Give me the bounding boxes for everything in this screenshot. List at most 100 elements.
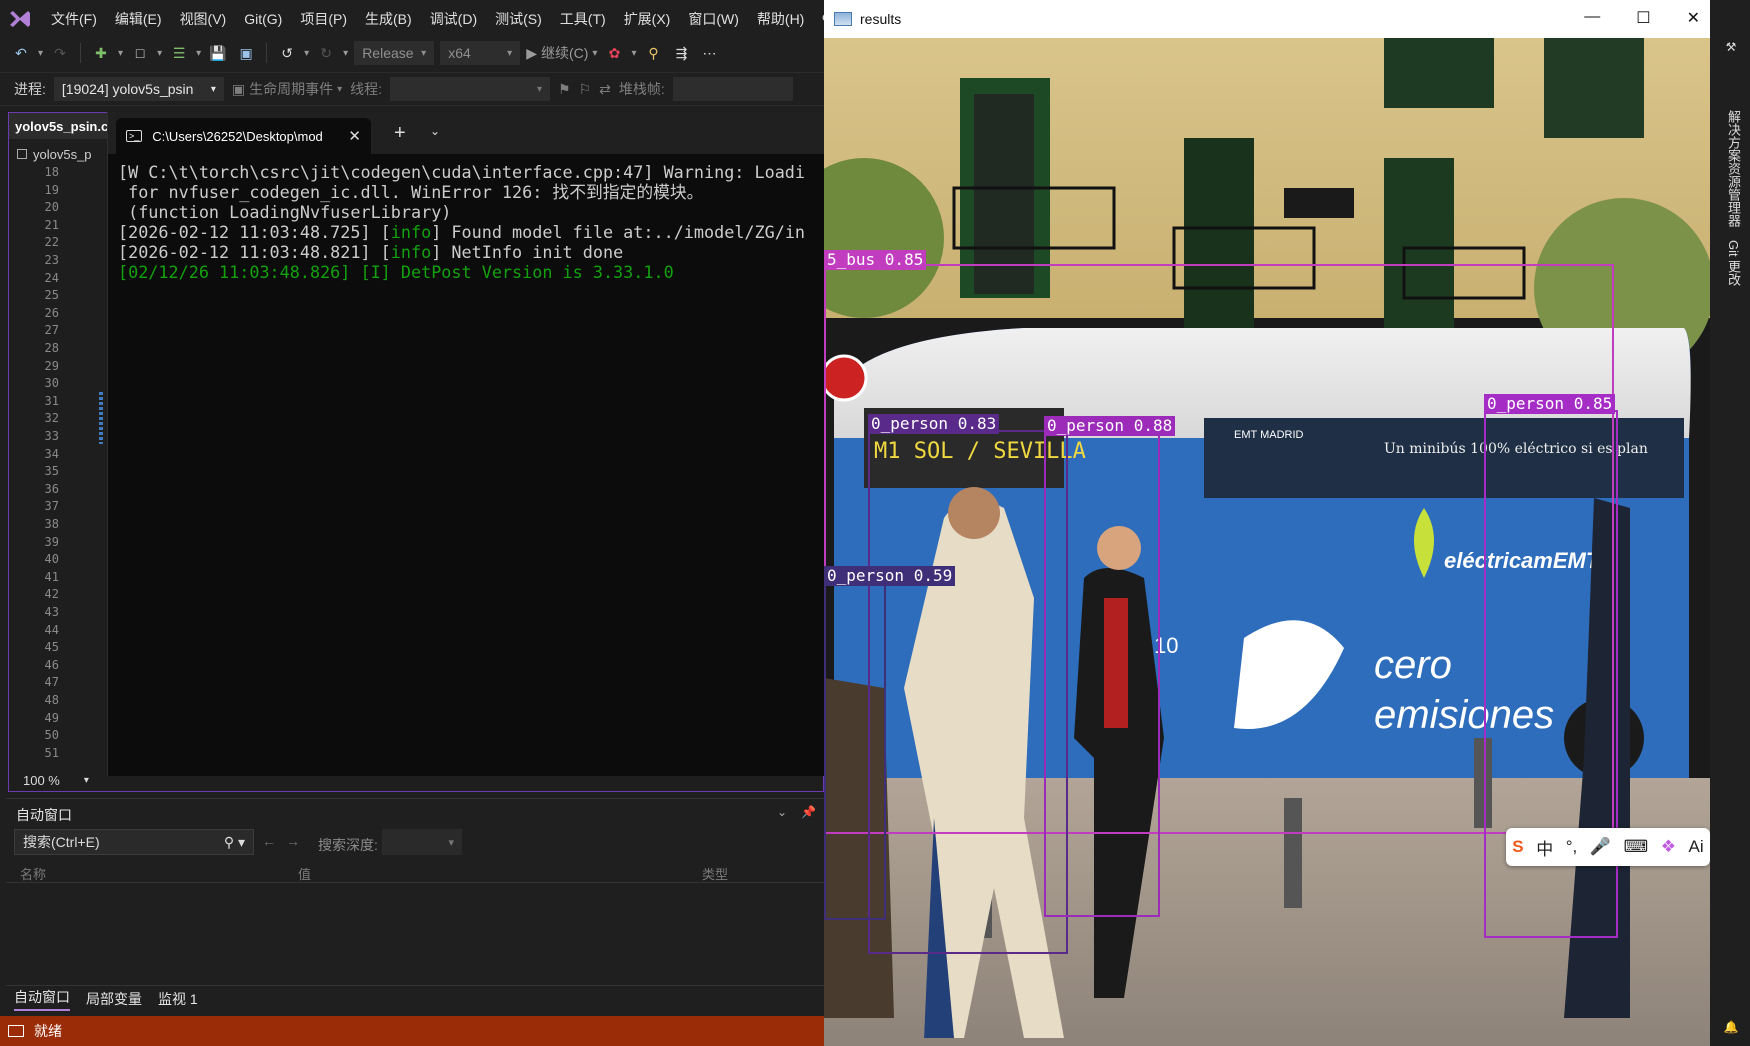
change-tracking-bar bbox=[99, 392, 103, 444]
column-name[interactable]: 名称 bbox=[20, 864, 46, 883]
results-title-bar: results — ☐ ✕ bbox=[824, 0, 1710, 38]
console-window: >_ C:\Users\26252\Desktop\mod ✕ + ⌄ [W C… bbox=[107, 112, 824, 776]
skin-icon[interactable]: ❖ bbox=[1661, 837, 1676, 857]
pin-icon[interactable]: 📌 bbox=[801, 805, 816, 819]
stackframe-select[interactable] bbox=[672, 77, 793, 101]
search-depth-select[interactable]: ▾ bbox=[382, 829, 462, 855]
document-tab[interactable]: yolov5s_psin.cpp bbox=[9, 113, 109, 139]
redo-icon[interactable]: ↻ bbox=[315, 42, 337, 64]
configuration-select[interactable]: Release ▾ bbox=[354, 41, 435, 65]
close-icon[interactable]: ✕ bbox=[1687, 8, 1700, 28]
close-icon[interactable]: ✕ bbox=[348, 127, 361, 145]
menu-git[interactable]: Git(G) bbox=[235, 11, 291, 27]
git-changes-tab[interactable]: Git 更改 bbox=[1724, 240, 1743, 286]
sogou-logo-icon[interactable]: S bbox=[1512, 837, 1523, 857]
zoom-control[interactable]: 100 % ▾ bbox=[15, 769, 105, 791]
line-number: 30 bbox=[44, 376, 59, 391]
solution-explorer-tab[interactable]: 解决方案资源管理器 bbox=[1724, 110, 1743, 227]
threads-icon[interactable]: ⇄ bbox=[599, 81, 611, 98]
visual-studio-logo-icon[interactable] bbox=[8, 6, 32, 32]
chevron-down-icon[interactable]: ▾ bbox=[304, 48, 309, 59]
keyboard-icon[interactable]: ⌨ bbox=[1624, 837, 1649, 857]
chevron-down-icon[interactable]: ▾ bbox=[118, 48, 123, 59]
tab-locals[interactable]: 局部变量 bbox=[86, 989, 142, 1009]
new-file-icon[interactable]: □ bbox=[129, 42, 151, 64]
tab-autos[interactable]: 自动窗口 bbox=[14, 987, 70, 1011]
panel-controls: ⌄ 📌 bbox=[777, 805, 816, 819]
menu-help[interactable]: 帮助(H) bbox=[748, 9, 813, 29]
flag-icon[interactable]: ⚑ bbox=[558, 81, 571, 98]
column-value[interactable]: 值 bbox=[298, 864, 311, 883]
new-project-icon[interactable]: ✚ bbox=[90, 42, 112, 64]
search-menu[interactable]: ⚲ 搜索 bbox=[813, 9, 824, 29]
menu-build[interactable]: 生成(B) bbox=[356, 9, 421, 29]
tab-watch-1[interactable]: 监视 1 bbox=[158, 989, 198, 1009]
more-icon[interactable]: ⋯ bbox=[698, 42, 720, 64]
menu-file[interactable]: 文件(F) bbox=[42, 9, 106, 29]
menu-edit[interactable]: 编辑(E) bbox=[106, 9, 171, 29]
maximize-icon[interactable]: ☐ bbox=[1636, 8, 1650, 28]
chevron-down-icon[interactable]: ▾ bbox=[157, 48, 162, 59]
line-number: 46 bbox=[44, 657, 59, 672]
play-icon: ▶ bbox=[526, 44, 537, 61]
line-number: 25 bbox=[44, 288, 59, 303]
console-text: ] Found model file at:../imodel/ZG/in bbox=[431, 222, 806, 242]
undo-icon[interactable]: ↺ bbox=[276, 42, 298, 64]
menu-window[interactable]: 窗口(W) bbox=[679, 9, 748, 29]
menu-extensions[interactable]: 扩展(X) bbox=[615, 9, 680, 29]
new-tab-icon[interactable]: + bbox=[394, 122, 406, 145]
line-number: 33 bbox=[44, 429, 59, 443]
punctuation-icon[interactable]: °, bbox=[1566, 837, 1578, 857]
side-tool-strip: ⚒ 解决方案资源管理器 Git 更改 🔔 bbox=[1710, 0, 1750, 1046]
column-type[interactable]: 类型 bbox=[702, 864, 728, 883]
minimize-icon[interactable]: — bbox=[1584, 8, 1600, 28]
notification-icon[interactable] bbox=[8, 1025, 24, 1037]
process-select[interactable]: [19024] yolov5s_psin ▾ bbox=[53, 77, 224, 101]
back-icon[interactable]: ↶ bbox=[10, 42, 32, 64]
ime-chinese-mode[interactable]: 中 bbox=[1536, 835, 1553, 860]
menu-tools[interactable]: 工具(T) bbox=[551, 9, 615, 29]
continue-button[interactable]: ▶ 继续(C) ▾ bbox=[526, 43, 597, 63]
notifications-icon[interactable]: 🔔 bbox=[1724, 1020, 1738, 1035]
chevron-down-icon[interactable]: ▾ bbox=[196, 48, 201, 59]
lifecycle-label: 生命周期事件 bbox=[249, 81, 334, 97]
nav-item: yolov5s_p bbox=[33, 146, 92, 162]
chevron-down-icon[interactable]: ▾ bbox=[38, 48, 43, 59]
live-share-icon[interactable]: ⇶ bbox=[670, 42, 692, 64]
menu-test[interactable]: 测试(S) bbox=[486, 9, 551, 29]
toolbox-icon[interactable]: ⚒ bbox=[1724, 40, 1738, 54]
chevron-down-icon: ▾ bbox=[83, 774, 89, 786]
menu-view[interactable]: 视图(V) bbox=[171, 9, 236, 29]
terminal-tab[interactable]: >_ C:\Users\26252\Desktop\mod ✕ bbox=[116, 118, 371, 154]
ime-ai[interactable]: Ai bbox=[1689, 837, 1704, 857]
toolbar-divider bbox=[266, 43, 268, 63]
menu-debug[interactable]: 调试(D) bbox=[421, 9, 486, 29]
open-icon[interactable]: ☰ bbox=[168, 42, 190, 64]
save-icon[interactable]: 💾 bbox=[207, 42, 229, 64]
navigation-bar[interactable]: yolov5s_p bbox=[17, 145, 109, 163]
chevron-down-icon[interactable]: ⌄ bbox=[430, 124, 440, 138]
chevron-down-icon[interactable]: ▾ bbox=[631, 48, 636, 59]
line-number: 40 bbox=[44, 552, 59, 567]
lifecycle-events-button[interactable]: ▣ 生命周期事件 ▾ bbox=[232, 79, 342, 99]
process-label: 进程: bbox=[14, 81, 46, 97]
thread-select[interactable]: ▾ bbox=[390, 77, 551, 101]
menu-project[interactable]: 项目(P) bbox=[291, 9, 356, 29]
forward-icon[interactable]: ↷ bbox=[49, 42, 71, 64]
microphone-icon[interactable]: 🎤 bbox=[1590, 837, 1611, 857]
hot-reload-icon[interactable]: ✿ bbox=[603, 42, 625, 64]
platform-select[interactable]: x64 ▾ bbox=[440, 41, 521, 65]
flag-all-icon[interactable]: ⚐ bbox=[579, 81, 592, 98]
chevron-down-icon[interactable]: ▾ bbox=[343, 48, 348, 59]
console-text: [2026-02-12 11:03:48.725] [ bbox=[118, 222, 391, 242]
line-number: 23 bbox=[44, 253, 59, 267]
arrow-right-icon[interactable]: → bbox=[286, 833, 300, 849]
status-text: 就绪 bbox=[34, 1023, 62, 1039]
autos-search-input[interactable]: 搜索(Ctrl+E) ⚲ ▾ bbox=[14, 829, 254, 855]
console-line: [2026-02-12 11:03:48.725] [info] Found m… bbox=[118, 222, 824, 242]
find-in-files-icon[interactable]: ⚲ bbox=[642, 42, 664, 64]
arrow-left-icon[interactable]: ← bbox=[262, 833, 276, 849]
chevron-down-icon[interactable]: ⌄ bbox=[777, 805, 787, 819]
save-all-icon[interactable]: ▣ bbox=[235, 42, 257, 64]
detection-image: M1 SOL / SEVILLA Un minibús 100% eléctri… bbox=[824, 38, 1710, 1046]
